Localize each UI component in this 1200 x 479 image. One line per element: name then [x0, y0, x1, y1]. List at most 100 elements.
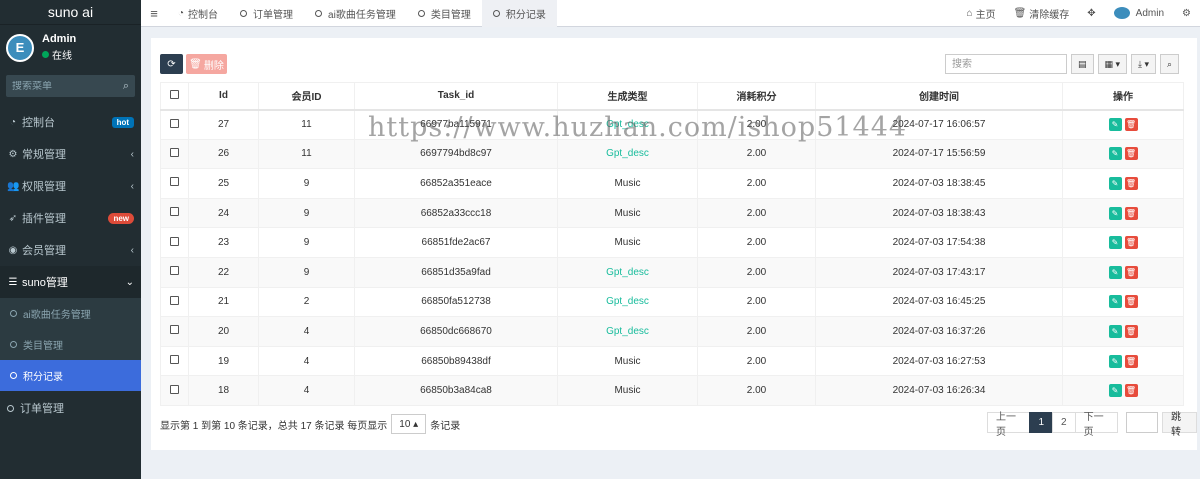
tab-orders[interactable]: 订单管理 — [229, 0, 304, 27]
row-select-cell[interactable] — [160, 168, 189, 199]
col-actions: 操作 — [1062, 82, 1184, 111]
sidebar-item-general[interactable]: ⚙ 常规管理 ‹ — [0, 138, 141, 170]
row-checkbox[interactable] — [170, 355, 179, 365]
row-select-cell[interactable] — [160, 256, 189, 288]
row-checkbox[interactable] — [170, 266, 179, 276]
sidebar-item-song-tasks[interactable]: ai歌曲任务管理 — [0, 298, 141, 329]
columns-button[interactable]: ▦ ▾ — [1097, 54, 1128, 74]
search-icon[interactable]: ⌕ — [123, 80, 129, 93]
edit-icon[interactable]: ✎ — [1108, 354, 1122, 368]
refresh-button[interactable]: ⟳ — [160, 54, 183, 74]
delete-icon[interactable]: 🗑 — [1124, 236, 1138, 250]
row-checkbox[interactable] — [170, 295, 179, 305]
table-row[interactable]: 21 2 66850fa512738 Gpt_desc 2.00 2024-07-03 1… — [160, 286, 1184, 318]
user-name: Admin — [42, 33, 77, 45]
edit-icon[interactable]: ✎ — [1108, 206, 1122, 220]
row-checkbox[interactable] — [170, 118, 179, 128]
table-row[interactable]: 27 11 66977ba115971 Gpt_desc 2.00 2024-07-17 … — [160, 109, 1184, 140]
tab-categories[interactable]: 类目管理 — [407, 0, 482, 27]
sidebar-item-points-log[interactable]: 积分记录 — [0, 360, 141, 391]
admin-menu[interactable]: Admin — [1105, 7, 1173, 19]
delete-icon[interactable]: 🗑 — [1124, 324, 1138, 338]
delete-icon[interactable]: 🗑 — [1124, 118, 1138, 132]
delete-button[interactable]: 🗑 删除 — [186, 54, 227, 74]
edit-icon[interactable]: ✎ — [1108, 176, 1122, 190]
table-row[interactable]: 22 9 66851d35a9fad Gpt_desc 2.00 2024-07-03 1… — [160, 256, 1184, 288]
col-points[interactable]: 消耗积分 — [697, 82, 816, 111]
edit-icon[interactable]: ✎ — [1108, 295, 1122, 309]
sidebar-item-orders[interactable]: 订单管理 — [0, 391, 141, 425]
page-size-select[interactable]: 10 ▴ — [391, 414, 427, 434]
edit-icon[interactable]: ✎ — [1108, 236, 1122, 250]
menu-toggle-icon[interactable]: ≡ — [141, 6, 167, 21]
table-row[interactable]: 24 9 66852a33ccc18 Music 2.00 2024-07-03 18:3… — [160, 197, 1184, 229]
row-select-cell[interactable] — [160, 345, 189, 377]
sidebar-search[interactable]: ⌕ — [6, 75, 135, 97]
page-1-button[interactable]: 1 — [1029, 412, 1054, 433]
row-checkbox[interactable] — [170, 207, 179, 217]
jump-button[interactable]: 跳转 — [1162, 412, 1197, 438]
row-checkbox[interactable] — [170, 236, 179, 246]
table-row[interactable]: 19 4 66850b89438df Music 2.00 2024-07-03 16:2… — [160, 345, 1184, 377]
table-row[interactable]: 20 4 66850dc668670 Gpt_desc 2.00 2024-07-03 1… — [160, 316, 1184, 347]
col-type[interactable]: 生成类型 — [557, 82, 698, 111]
row-select-cell[interactable] — [160, 227, 189, 258]
row-checkbox[interactable] — [170, 177, 179, 187]
jump-page-input[interactable] — [1126, 412, 1159, 433]
toggle-view-button[interactable]: ▤ — [1071, 54, 1094, 74]
table-row[interactable]: 23 9 66851fde2ac67 Music 2.00 2024-07-03 17:5… — [160, 227, 1184, 258]
brand-logo[interactable]: suno ai — [0, 0, 141, 25]
row-select-cell[interactable] — [160, 316, 189, 347]
sidebar-item-plugins[interactable]: ➶ 插件管理 new — [0, 202, 141, 234]
next-page-button[interactable]: 下一页 — [1074, 412, 1119, 438]
table-row[interactable]: 26 11 6697794bd8c97 Gpt_desc 2.00 2024-07-17 … — [160, 138, 1184, 170]
edit-icon[interactable]: ✎ — [1108, 324, 1122, 338]
row-checkbox[interactable] — [170, 147, 179, 157]
table-row[interactable]: 18 4 66850b3a84ca8 Music 2.00 2024-07-03 16:2… — [160, 375, 1184, 406]
home-link[interactable]: ⌂ 主页 — [958, 6, 1005, 21]
export-button[interactable]: ⤓ ▾ — [1131, 54, 1157, 74]
sidebar-item-dashboard[interactable]: ◔ 控制台 hot — [0, 106, 141, 138]
row-select-cell[interactable] — [160, 138, 189, 170]
settings-button[interactable]: ⚙ — [1173, 8, 1200, 19]
tab-points-log[interactable]: 积分记录 — [481, 0, 557, 27]
col-id[interactable]: Id — [188, 82, 259, 111]
table-search-input[interactable] — [945, 54, 1067, 74]
edit-icon[interactable]: ✎ — [1108, 265, 1122, 279]
row-select-cell[interactable] — [160, 375, 189, 406]
delete-icon[interactable]: 🗑 — [1124, 354, 1138, 368]
prev-page-button[interactable]: 上一页 — [987, 412, 1031, 438]
sidebar-item-permissions[interactable]: 👥 权限管理 ‹ — [0, 170, 141, 202]
row-select-cell[interactable] — [160, 286, 189, 318]
row-select-cell[interactable] — [160, 109, 189, 140]
col-created[interactable]: 创建时间 — [815, 82, 1063, 111]
select-all-checkbox[interactable] — [170, 89, 179, 99]
sidebar-item-suno[interactable]: ☰ suno管理 ⌄ — [0, 266, 141, 298]
sidebar-item-categories[interactable]: 类目管理 — [0, 329, 141, 360]
row-select-cell[interactable] — [160, 197, 189, 229]
tab-dashboard[interactable]: ◔ 控制台 — [167, 0, 229, 27]
delete-icon[interactable]: 🗑 — [1124, 384, 1138, 398]
col-task-id[interactable]: Task_id — [354, 82, 558, 111]
edit-icon[interactable]: ✎ — [1108, 384, 1122, 398]
search-button[interactable]: ⌕ — [1160, 54, 1180, 74]
sidebar-item-members[interactable]: ◉ 会员管理 ‹ — [0, 234, 141, 266]
fullscreen-button[interactable]: ✥ — [1078, 8, 1104, 19]
delete-icon[interactable]: 🗑 — [1124, 147, 1138, 161]
row-checkbox[interactable] — [170, 325, 179, 335]
delete-icon[interactable]: 🗑 — [1124, 295, 1138, 309]
clear-cache-button[interactable]: 🗑 清除缓存 — [1005, 6, 1079, 21]
select-all-cell[interactable] — [160, 82, 189, 111]
delete-icon[interactable]: 🗑 — [1124, 206, 1138, 220]
page-2-button[interactable]: 2 — [1052, 412, 1076, 433]
col-member-id[interactable]: 会员ID — [258, 82, 355, 111]
sidebar-search-input[interactable] — [12, 80, 102, 92]
cell-task-id: 66850b3a84ca8 — [354, 375, 558, 406]
row-checkbox[interactable] — [170, 384, 179, 394]
delete-icon[interactable]: 🗑 — [1124, 176, 1138, 190]
edit-icon[interactable]: ✎ — [1108, 147, 1122, 161]
edit-icon[interactable]: ✎ — [1108, 118, 1122, 132]
tab-song-tasks[interactable]: ai歌曲任务管理 — [304, 0, 407, 27]
table-row[interactable]: 25 9 66852a351eace Music 2.00 2024-07-03 18:3… — [160, 168, 1184, 199]
delete-icon[interactable]: 🗑 — [1124, 265, 1138, 279]
